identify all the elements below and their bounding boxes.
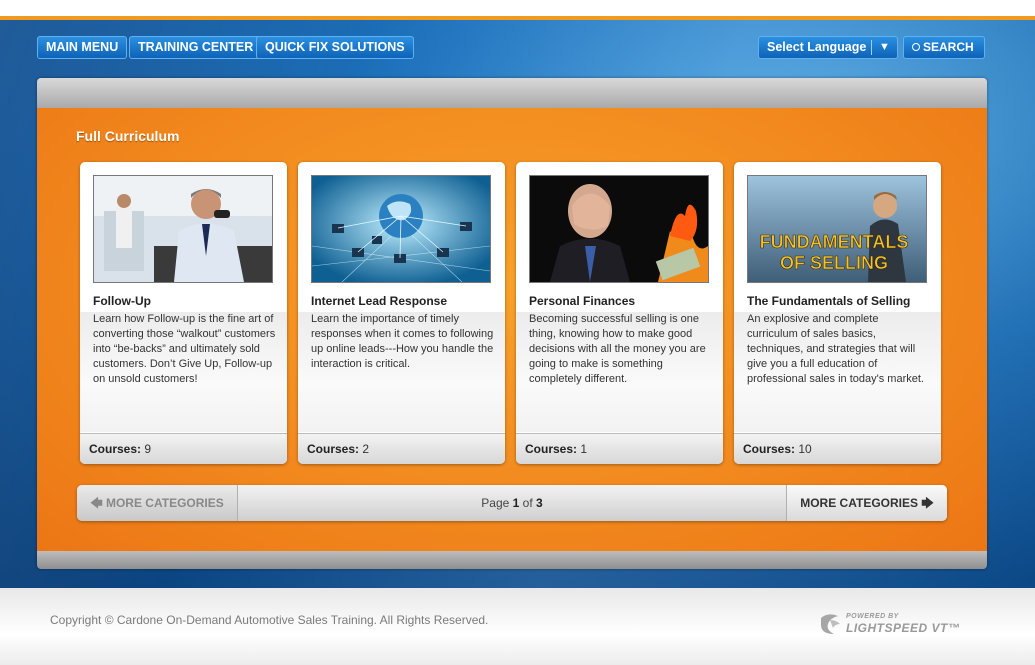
fundamentals-image: FUNDAMENTALS OF SELLING <box>747 175 927 283</box>
courses-label: Courses: <box>307 442 360 456</box>
total-pages: 3 <box>536 496 543 510</box>
training-center-button[interactable]: TRAINING CENTER <box>129 36 263 59</box>
search-icon <box>912 43 920 51</box>
fundamentals-image-text-line2: OF SELLING <box>780 253 888 273</box>
pagination-bar: 🡄 MORE CATEGORIES Page 1 of 3 MORE CATEG… <box>77 485 947 521</box>
internet-lead-image <box>311 175 491 283</box>
card-description: An explosive and complete curriculum of … <box>747 313 924 385</box>
current-page: 1 <box>512 496 520 510</box>
lightspeed-swirl-icon <box>821 614 840 634</box>
search-button[interactable]: SEARCH <box>903 36 985 59</box>
powered-by-text: POWERED BY <box>846 613 899 620</box>
panel-header-bar <box>37 78 987 108</box>
page-footer: Copyright © Cardone On-Demand Automotive… <box>0 588 1035 665</box>
of-word: of <box>522 496 533 510</box>
page-indicator: Page 1 of 3 <box>237 485 787 521</box>
language-divider <box>871 40 872 55</box>
next-categories-label: MORE CATEGORIES <box>800 496 919 510</box>
courses-label: Courses: <box>743 442 796 456</box>
category-card-follow-up[interactable]: Follow-Up Learn how Follow-up is the fin… <box>80 162 287 464</box>
follow-up-image <box>93 175 273 283</box>
fundamentals-image-text-line1: FUNDAMENTALS <box>760 232 909 252</box>
courses-value: 9 <box>144 442 152 456</box>
main-menu-button[interactable]: MAIN MENU <box>37 36 128 59</box>
dropdown-arrow-icon: ▼ <box>879 41 890 53</box>
lightspeed-brand-text: LIGHTSPEED VT™ <box>846 621 961 635</box>
courses-value: 2 <box>362 442 370 456</box>
card-description: Becoming successful selling is one thing… <box>529 313 706 385</box>
arrow-right-icon: 🡆 <box>921 496 934 510</box>
next-categories-button[interactable]: MORE CATEGORIES 🡆 <box>786 485 947 521</box>
category-card-personal-finances[interactable]: Personal Finances Becoming successful se… <box>516 162 723 464</box>
category-card-fundamentals-of-selling[interactable]: FUNDAMENTALS OF SELLING The Fundamentals… <box>734 162 941 464</box>
arrow-left-icon: 🡄 <box>90 496 103 510</box>
page-word: Page <box>481 496 510 510</box>
card-courses-count: Courses: 2 <box>298 433 505 464</box>
courses-value: 1 <box>580 442 588 456</box>
card-description: Learn how Follow-up is the fine art of c… <box>93 313 276 385</box>
card-courses-count: Courses: 9 <box>80 433 287 464</box>
card-title: Internet Lead Response <box>311 294 448 308</box>
curriculum-panel: Full Curriculum Follow-Up Learn how Foll… <box>37 78 987 569</box>
lightspeed-logo[interactable]: POWERED BY LIGHTSPEED VT™ <box>818 612 978 638</box>
card-description: Learn the importance of timely responses… <box>311 313 494 370</box>
courses-label: Courses: <box>525 442 578 456</box>
language-select-label: Select Language <box>767 40 867 54</box>
category-card-internet-lead-response[interactable]: Internet Lead Response Learn the importa… <box>298 162 505 464</box>
panel-body: Full Curriculum Follow-Up Learn how Foll… <box>37 108 987 551</box>
panel-footer-bar <box>37 551 987 569</box>
top-strip <box>0 0 1035 16</box>
personal-finances-image <box>529 175 709 283</box>
courses-label: Courses: <box>89 442 142 456</box>
card-courses-count: Courses: 10 <box>734 433 941 464</box>
section-title: Full Curriculum <box>76 128 180 144</box>
card-title: Follow-Up <box>93 294 151 308</box>
search-label: SEARCH <box>923 40 974 54</box>
quick-fix-solutions-button[interactable]: QUICK FIX SOLUTIONS <box>256 36 414 59</box>
language-select[interactable]: Select Language ▼ <box>758 36 898 59</box>
prev-categories-label: MORE CATEGORIES <box>105 496 224 510</box>
card-title: The Fundamentals of Selling <box>747 294 911 308</box>
card-courses-count: Courses: 1 <box>516 433 723 464</box>
courses-value: 10 <box>798 442 812 456</box>
copyright-text: Copyright © Cardone On-Demand Automotive… <box>50 613 489 627</box>
prev-categories-button[interactable]: 🡄 MORE CATEGORIES <box>77 485 238 521</box>
card-title: Personal Finances <box>529 294 636 308</box>
